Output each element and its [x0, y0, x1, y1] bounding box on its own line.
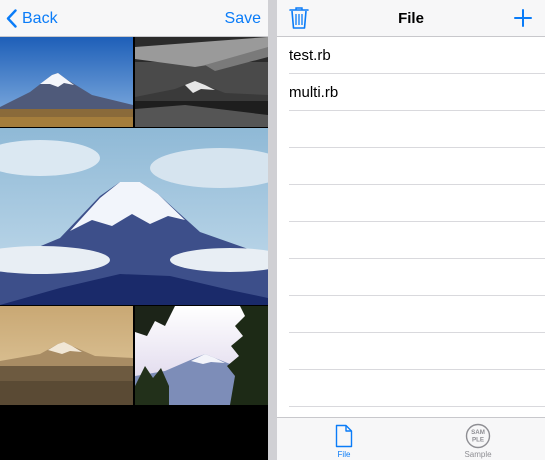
empty-row — [289, 259, 545, 296]
save-label: Save — [224, 9, 261, 27]
mountain-trees-photo[interactable] — [135, 306, 268, 405]
pane-divider[interactable] — [268, 0, 277, 460]
chevron-left-icon — [6, 9, 17, 28]
file-name: test.rb — [289, 46, 331, 64]
mountain-sepia-photo[interactable] — [0, 306, 133, 405]
svg-text:SAM: SAM — [471, 429, 485, 436]
image-picker-pane: Back Save — [0, 0, 268, 460]
tab-sample[interactable]: SAM PLE Sample — [411, 418, 545, 460]
empty-row — [289, 370, 545, 407]
tab-sample-label: Sample — [464, 450, 492, 459]
svg-text:PLE: PLE — [472, 437, 484, 444]
right-navigation-bar: File — [277, 0, 545, 37]
save-button[interactable]: Save — [225, 0, 261, 37]
plus-icon[interactable] — [513, 8, 533, 28]
file-list: test.rb multi.rb — [277, 37, 545, 407]
mountain-fuji-photo[interactable] — [0, 37, 133, 127]
empty-row — [289, 296, 545, 333]
file-list-pane: File test.rb multi.rb File SAM PLE Sampl… — [277, 0, 545, 460]
mountain-fuji-large-photo[interactable] — [0, 128, 268, 305]
tab-bar: File SAM PLE Sample — [277, 417, 545, 460]
empty-row — [289, 333, 545, 370]
back-label: Back — [22, 9, 58, 27]
empty-row — [289, 111, 545, 148]
empty-row — [289, 148, 545, 185]
left-navigation-bar: Back Save — [0, 0, 268, 37]
left-bottom-area — [0, 405, 268, 460]
airplane-wing-mountain-photo[interactable] — [135, 37, 268, 127]
document-icon — [335, 423, 353, 449]
file-row[interactable]: multi.rb — [289, 74, 545, 111]
file-name: multi.rb — [289, 83, 339, 101]
sample-badge-icon: SAM PLE — [465, 423, 491, 449]
file-row[interactable]: test.rb — [289, 37, 545, 74]
tab-file-label: File — [337, 450, 351, 459]
empty-row — [289, 185, 545, 222]
empty-row — [289, 222, 545, 259]
back-button[interactable]: Back — [6, 0, 58, 37]
page-title: File — [398, 10, 424, 27]
tab-file[interactable]: File — [277, 418, 411, 460]
